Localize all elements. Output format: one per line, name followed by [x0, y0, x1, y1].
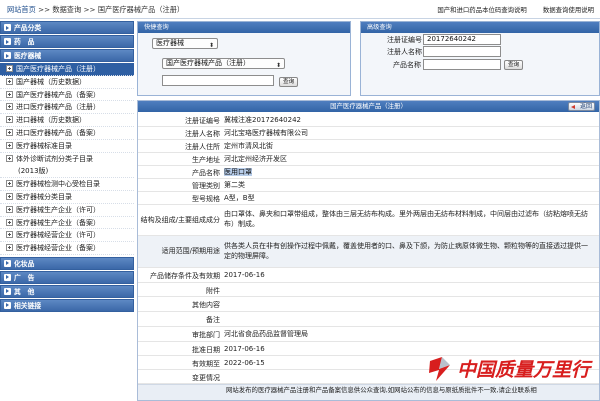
plus-box-icon	[6, 141, 13, 149]
reg-no-label: 注册证编号	[387, 36, 422, 44]
arrow-right-icon	[4, 273, 11, 281]
arrow-right-icon	[4, 301, 11, 309]
detail-row: 产品名称 医用口罩	[138, 166, 599, 179]
registrant-input[interactable]	[423, 46, 501, 57]
sidebar-section-other[interactable]: 其 他	[0, 284, 134, 298]
plus-box-icon	[6, 154, 13, 162]
sidebar-item-domestic-device-filing[interactable]: 国产医疗器械产品（备案）	[0, 89, 134, 102]
sidebar-item-ivd-reagent-catalog[interactable]: 体外诊断试剂分类子目录	[0, 153, 134, 166]
quick-query-title: 快捷查询	[138, 22, 350, 33]
arrow-right-icon	[4, 287, 11, 295]
detail-row: 注册人住所 定州市清风北街	[138, 140, 599, 153]
sidebar-item-device-standards[interactable]: 医疗器械标准目录	[0, 140, 134, 153]
breadcrumb-separator: >>	[38, 5, 51, 14]
back-button[interactable]: 返回	[568, 102, 595, 111]
detail-row: 生产地址 河北定州经济开发区	[138, 153, 599, 166]
chevron-updown-icon: ⬍	[208, 42, 214, 49]
detail-row: 注册人名称 河北宝珞医疗器械有限公司	[138, 127, 599, 140]
plus-box-icon	[6, 180, 13, 188]
quick-query-panel: 快捷查询 医疗器械 ⬍ 国产医疗器械产品（注册） ⬍ 查询	[137, 21, 351, 96]
plus-box-icon	[6, 116, 13, 124]
breadcrumb-data-query-link[interactable]: 数据查询	[52, 5, 81, 14]
import-drug-code-guide-link[interactable]: 国产和进口药品本位码查询说明	[437, 6, 526, 14]
watermark-text: 中国质量万里行	[457, 359, 591, 381]
sidebar-item-imported-device-registration[interactable]: 进口医疗器械产品（注册）	[0, 101, 134, 115]
detail-row: 附件	[138, 283, 599, 297]
detail-row: 产品储存条件及有效期 2017-06-16	[138, 268, 599, 283]
detail-title: 国产医疗器械产品（注册）	[330, 102, 407, 110]
sidebar-item-device-classification[interactable]: 医疗器械分类目录	[0, 191, 134, 204]
watermark-logo: 中国质量万里行	[426, 348, 600, 392]
top-help-links: 国产和进口药品本位码查询说明 数据查询使用说明	[423, 5, 594, 14]
detail-row: 型号规格 A型，B型	[138, 192, 599, 205]
sidebar-item-manufacturer-filing[interactable]: 医疗器械生产企业（备案）	[0, 217, 134, 230]
detail-title-bar: 国产医疗器械产品（注册） 返回	[138, 101, 599, 112]
product-name-value: 医用口罩	[224, 168, 252, 176]
breadcrumb-separator: >>	[83, 5, 96, 14]
sidebar-item-domestic-device-registration[interactable]: 国产医疗器械产品（注册）	[0, 63, 134, 76]
sidebar-section-cosmetics[interactable]: 化妆品	[0, 256, 134, 270]
arrow-right-icon	[4, 38, 11, 45]
plus-box-icon	[6, 77, 13, 85]
sidebar-item-domestic-device-history[interactable]: 国产器械（历史数据）	[0, 76, 134, 89]
sidebar-item-manufacturer-license[interactable]: 医疗器械生产企业（许可）	[0, 204, 134, 217]
sidebar-item-distributor-filing[interactable]: 医疗器械经营企业（备案）	[0, 242, 134, 255]
plus-box-icon	[6, 244, 13, 252]
arrow-right-icon	[4, 259, 11, 267]
sidebar-item-distributor-license[interactable]: 医疗器械经营企业（许可）	[0, 229, 134, 243]
plus-box-icon	[6, 90, 13, 98]
sidebar-item-ivd-reagent-catalog-version[interactable]: (2013版)	[0, 165, 134, 179]
sidebar-section-product-category[interactable]: 产品分类	[0, 21, 134, 34]
plus-box-icon	[6, 205, 13, 213]
plus-box-icon	[6, 128, 13, 136]
brand-logo-icon	[429, 357, 450, 381]
detail-row: 注册证编号 冀械注准20172640242	[138, 114, 599, 127]
detail-row: 结构及组成/主要组成成分 由口罩体、鼻夹和口罩带组成，整体由三层无纺布构成。里外两…	[138, 205, 599, 236]
sidebar-item-testing-center-catalog[interactable]: 医疗器械检测中心受检目录	[0, 178, 134, 191]
detail-row: 备注	[138, 312, 599, 327]
plus-box-icon	[6, 65, 13, 72]
sidebar-section-ads[interactable]: 广 告	[0, 270, 134, 284]
quick-search-button[interactable]: 查询	[279, 77, 299, 87]
main-content: 快捷查询 医疗器械 ⬍ 国产医疗器械产品（注册） ⬍ 查询 高级查询 注册证编号 2…	[137, 21, 600, 401]
reg-no-input[interactable]: 20172640242	[423, 34, 501, 45]
advanced-query-panel: 高级查询 注册证编号 20172640242 注册人名称 产品名称 查询	[360, 21, 600, 96]
arrow-right-icon	[4, 52, 11, 59]
category-select[interactable]: 医疗器械 ⬍	[152, 38, 218, 49]
plus-box-icon	[6, 103, 13, 111]
product-name-input[interactable]	[423, 59, 501, 70]
detail-row: 管理类别 第二类	[138, 179, 599, 192]
advanced-query-title: 高级查询	[361, 22, 599, 33]
sidebar: 产品分类 药 品 医疗器械 国产医疗器械产品（注册） 国产器械（历史数据） 国产…	[0, 21, 134, 401]
breadcrumb-current: 国产医疗器械产品（注册）	[97, 5, 185, 14]
quick-search-input[interactable]	[162, 75, 274, 86]
registrant-label: 注册人名称	[387, 48, 422, 56]
breadcrumb-home-link[interactable]: 网站首页	[7, 5, 36, 14]
plus-box-icon	[6, 231, 13, 239]
sidebar-section-drugs[interactable]: 药 品	[0, 35, 134, 48]
sidebar-item-imported-device-history[interactable]: 进口器械（历史数据）	[0, 114, 134, 127]
detail-row: 适用范围/预期用途 供各类人员在非有创操作过程中佩戴，覆盖使用者的口、鼻及下颌，为…	[138, 236, 599, 268]
arrow-right-icon	[4, 24, 11, 31]
product-name-label: 产品名称	[393, 61, 421, 69]
data-query-guide-link[interactable]: 数据查询使用说明	[543, 6, 594, 14]
product-select[interactable]: 国产医疗器械产品（注册） ⬍	[162, 58, 285, 69]
detail-row: 其他内容	[138, 297, 599, 312]
plus-box-icon	[6, 192, 13, 200]
plus-box-icon	[6, 218, 13, 226]
sidebar-section-related-links[interactable]: 相关链接	[0, 298, 134, 312]
breadcrumb: 网站首页 >> 数据查询 >> 国产医疗器械产品（注册）	[7, 5, 184, 15]
chevron-updown-icon: ⬍	[275, 62, 281, 69]
advanced-search-button[interactable]: 查询	[504, 60, 524, 70]
sidebar-section-medical-devices[interactable]: 医疗器械	[0, 49, 134, 62]
detail-row: 审批部门 河北省食品药品监督管理局	[138, 327, 599, 342]
sidebar-item-imported-device-filing[interactable]: 进口医疗器械产品（备案）	[0, 127, 134, 140]
top-breadcrumb-bar: 网站首页 >> 数据查询 >> 国产医疗器械产品（注册） 国产和进口药品本位码查…	[0, 0, 600, 19]
